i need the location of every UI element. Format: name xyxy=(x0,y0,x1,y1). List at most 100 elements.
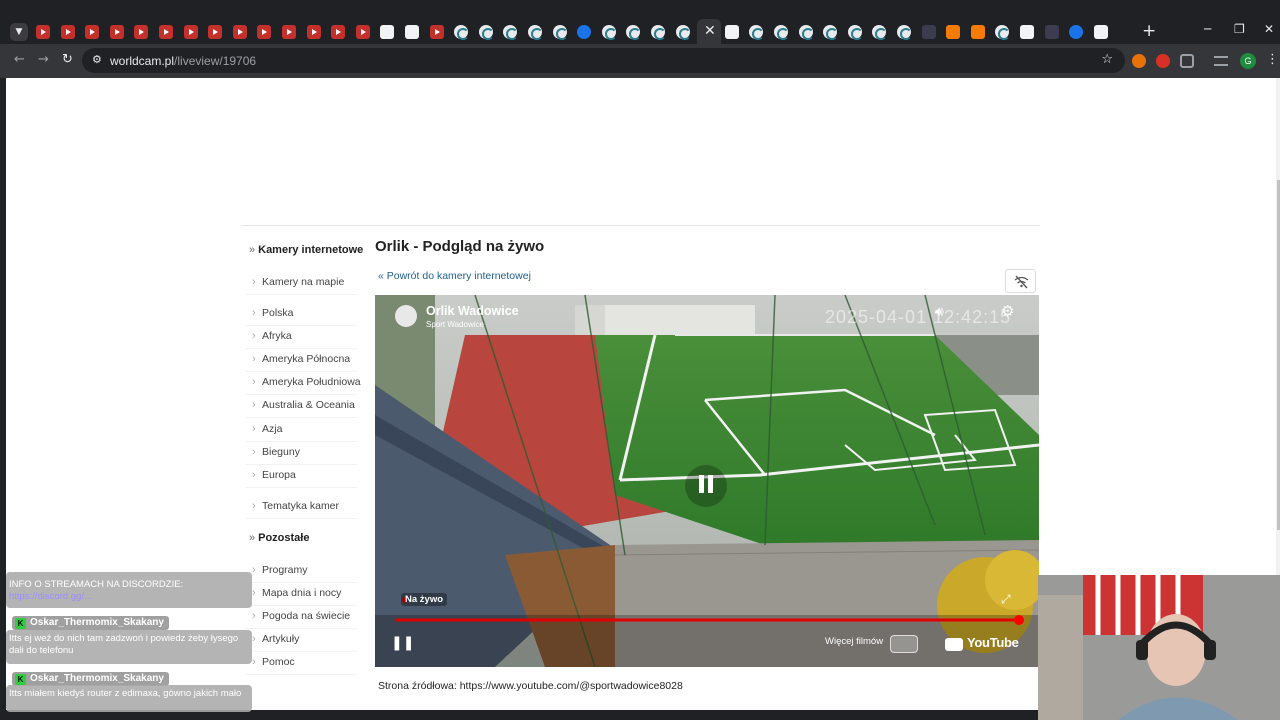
close-window-button[interactable]: ✕ xyxy=(1264,22,1274,36)
tab-favicon[interactable] xyxy=(257,25,272,39)
tab-favicon[interactable] xyxy=(60,25,75,39)
channel-name[interactable]: Orlik Wadowice xyxy=(426,304,519,318)
tab-favicon[interactable] xyxy=(306,25,321,39)
tab-favicon[interactable] xyxy=(85,25,100,39)
sidebar-item[interactable]: Artykuły xyxy=(245,629,357,653)
back-to-camera-link[interactable]: « Powrót do kamery internetowej xyxy=(378,270,531,282)
minimize-button[interactable]: ─ xyxy=(1204,22,1211,36)
tab-favicon[interactable] xyxy=(429,25,444,39)
site-info-icon[interactable]: ⚙ xyxy=(92,53,102,66)
browser-menu-icon[interactable]: ⋮ xyxy=(1266,52,1279,67)
more-videos-thumbnail[interactable] xyxy=(890,635,918,653)
camera-view xyxy=(375,295,1039,667)
extension-icon[interactable] xyxy=(1132,54,1146,68)
tab-favicon[interactable] xyxy=(159,25,173,39)
adblock-extension-icon[interactable] xyxy=(1156,54,1170,68)
tab-favicon[interactable] xyxy=(946,25,961,39)
tab-favicon[interactable] xyxy=(995,25,1011,40)
double-chevron-icon: » xyxy=(249,244,256,256)
back-button[interactable]: ← xyxy=(14,52,25,67)
sidebar-item[interactable]: Polska xyxy=(245,303,357,326)
chat-username-text: Oskar_Thermomix_Skakany xyxy=(30,673,164,684)
sidebar-item[interactable]: Ameryka Południowa xyxy=(245,372,361,396)
url-text[interactable]: worldcam.pl/liveview/19706 xyxy=(110,54,256,68)
tab-favicon[interactable] xyxy=(675,25,691,40)
tab-favicon[interactable] xyxy=(724,25,739,39)
camera-timestamp: 2025-04-01 12:42:15 xyxy=(825,307,1012,327)
tab-favicon[interactable] xyxy=(1020,25,1034,39)
tab-favicon[interactable] xyxy=(331,25,346,39)
sidebar-item[interactable]: Pogoda na świecie xyxy=(245,606,357,630)
tab-favicon[interactable] xyxy=(528,25,543,40)
tab-favicon[interactable] xyxy=(798,25,814,40)
settings-icon[interactable]: ⚙ xyxy=(1001,302,1014,320)
restore-button[interactable]: ❐ xyxy=(1234,22,1245,36)
volume-icon[interactable]: 🔊︎ xyxy=(935,303,944,320)
tab-favicon[interactable] xyxy=(208,25,223,39)
tab-favicon[interactable] xyxy=(552,25,568,40)
sidebar-item[interactable]: Bieguny xyxy=(245,442,357,465)
sidebar-item[interactable]: Kamery na mapie xyxy=(245,272,357,295)
info-link[interactable]: https://discord.gg/... xyxy=(9,591,92,602)
tab-search-button[interactable]: ▼ xyxy=(10,23,28,41)
sidebar-item[interactable]: Ameryka Północna xyxy=(245,349,357,373)
tab-favicon[interactable] xyxy=(626,25,642,40)
reading-list-icon[interactable] xyxy=(1214,56,1228,66)
channel-avatar[interactable] xyxy=(395,305,417,327)
tab-favicon[interactable] xyxy=(282,25,296,39)
sidebar-item[interactable]: Programy xyxy=(245,560,357,583)
sidebar-item[interactable]: Afryka xyxy=(245,326,357,350)
tab-favicon[interactable] xyxy=(478,25,494,40)
reload-button[interactable]: ↻ xyxy=(62,52,73,67)
sidebar-item[interactable]: Pomoc xyxy=(245,652,357,676)
tab-favicon[interactable] xyxy=(749,25,765,40)
bookmark-star-icon[interactable]: ☆ xyxy=(1101,52,1113,67)
tab-favicon[interactable] xyxy=(897,25,912,40)
pause-small-icon[interactable]: ❚❚ xyxy=(391,635,414,651)
tab-favicon[interactable] xyxy=(134,25,149,39)
youtube-logo-icon[interactable] xyxy=(945,638,963,651)
sidebar-item[interactable]: Tematyka kamer xyxy=(245,496,357,519)
stream-chat-overlay: INFO O STREAMACH NA DISCORDZIE: https://… xyxy=(6,572,256,712)
tab-favicon[interactable] xyxy=(380,25,395,39)
tab-favicon[interactable] xyxy=(1069,25,1084,39)
tab-favicon[interactable] xyxy=(970,25,985,39)
tab-favicon[interactable] xyxy=(872,25,888,40)
tab-favicon[interactable] xyxy=(651,25,666,40)
forward-button[interactable]: → xyxy=(38,52,49,67)
video-player[interactable]: Orlik Wadowice Sport Wadowice 2025-04-01… xyxy=(375,295,1039,667)
more-videos-label[interactable]: Więcej filmów xyxy=(825,636,883,647)
tab-favicon[interactable] xyxy=(577,25,592,39)
sidebar-item[interactable]: Europa xyxy=(245,465,357,488)
extensions-puzzle-icon[interactable] xyxy=(1180,54,1194,68)
sidebar-item[interactable]: Azja xyxy=(245,419,357,442)
tab-favicon[interactable] xyxy=(847,25,863,40)
tab-favicon[interactable] xyxy=(405,25,419,39)
tab-favicon[interactable] xyxy=(355,25,370,39)
sidebar-item[interactable]: Australia & Oceania xyxy=(245,395,357,419)
tab-favicon[interactable] xyxy=(454,25,470,40)
new-tab-button[interactable]: + xyxy=(1142,21,1156,41)
source-link[interactable]: Strona źródłowa: https://www.youtube.com… xyxy=(378,680,683,692)
tab-favicon[interactable] xyxy=(823,25,839,40)
wifi-off-button[interactable] xyxy=(1005,269,1036,293)
address-bar[interactable]: ⚙ worldcam.pl/liveview/19706 ☆ xyxy=(82,48,1125,73)
tab-favicon[interactable] xyxy=(774,25,789,40)
tab-favicon[interactable] xyxy=(232,25,247,39)
close-tab-icon[interactable]: ✕ xyxy=(704,23,716,39)
youtube-wordmark[interactable]: YouTube xyxy=(967,635,1019,650)
fullscreen-icon[interactable]: ⤢ xyxy=(1001,592,1011,607)
sidebar-item[interactable]: Mapa dnia i nocy xyxy=(245,583,357,607)
tab-favicon[interactable] xyxy=(109,25,124,39)
tab-favicon[interactable] xyxy=(503,25,519,40)
webcam-image xyxy=(1038,575,1280,720)
page-title: Orlik - Podgląd na żywo xyxy=(375,238,545,255)
live-badge[interactable]: Na żywo xyxy=(401,593,448,606)
tab-favicon[interactable] xyxy=(183,25,198,39)
tab-favicon[interactable] xyxy=(601,25,617,40)
tab-favicon[interactable] xyxy=(36,25,50,39)
tab-favicon[interactable] xyxy=(921,25,936,39)
tab-favicon[interactable] xyxy=(1044,25,1059,39)
tab-favicon[interactable] xyxy=(1093,25,1108,39)
profile-avatar[interactable]: G xyxy=(1240,53,1256,69)
